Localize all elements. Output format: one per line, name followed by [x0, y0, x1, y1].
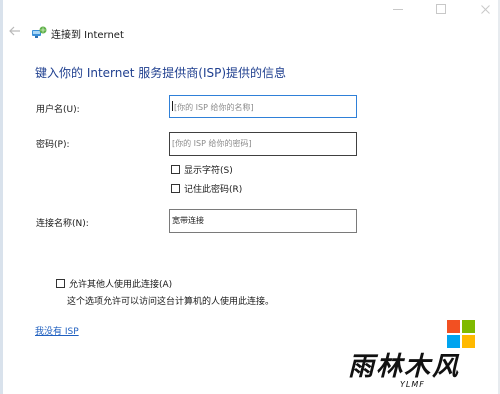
minimize-button[interactable] — [375, 0, 421, 18]
remember-password-label: 记住此密码(R) — [184, 185, 243, 195]
svg-text:雨林木风: 雨林木风 — [348, 352, 460, 382]
window-left-edge — [0, 0, 3, 394]
maximize-icon — [436, 4, 446, 14]
close-icon — [480, 4, 490, 14]
connection-name-label: 连接名称(N): — [36, 219, 89, 229]
password-label: 密码(P): — [36, 140, 70, 150]
back-button[interactable] — [9, 25, 23, 39]
checkbox-box[interactable] — [56, 279, 65, 288]
title-bar — [0, 0, 500, 18]
username-field[interactable]: [你的 ISP 给你的名称] — [169, 95, 357, 118]
connect-to-internet-window: 连接到 Internet 键入你的 Internet 服务提供商(ISP)提供的… — [0, 0, 500, 394]
no-isp-link[interactable]: 我没有 ISP — [35, 324, 79, 337]
back-arrow-icon — [9, 26, 20, 36]
allow-others-description: 这个选项允许可以访问这台计算机的人使用此连接。 — [67, 297, 275, 307]
wizard-title: 连接到 Internet — [51, 30, 124, 41]
checkbox-box[interactable] — [171, 184, 180, 193]
svg-text:YLMF: YLMF — [400, 380, 425, 389]
maximize-button[interactable] — [418, 0, 464, 18]
show-characters-label: 显示字符(S) — [184, 166, 233, 176]
remember-password-checkbox[interactable]: 记住此密码(R) — [171, 182, 242, 195]
minimize-icon — [393, 8, 403, 10]
password-field[interactable]: [你的 ISP 给你的密码] — [169, 132, 357, 156]
password-placeholder: [你的 ISP 给你的密码] — [172, 139, 252, 148]
connection-name-field[interactable]: 宽带连接 — [169, 209, 357, 233]
username-label: 用户名(U): — [36, 105, 80, 115]
ylmf-watermark-logo: 雨林木风 YLMF — [348, 352, 460, 389]
text-caret — [172, 101, 173, 111]
allow-others-checkbox[interactable]: 允许其他人使用此连接(A) — [56, 277, 172, 290]
network-connection-icon — [32, 26, 47, 38]
close-button[interactable] — [462, 0, 500, 18]
connection-name-value: 宽带连接 — [172, 216, 204, 225]
username-placeholder: [你的 ISP 给你的名称] — [174, 103, 254, 112]
windows-logo-icon — [447, 320, 475, 348]
allow-others-label: 允许其他人使用此连接(A) — [69, 280, 173, 290]
checkbox-box[interactable] — [171, 165, 180, 174]
show-characters-checkbox[interactable]: 显示字符(S) — [171, 163, 233, 176]
page-heading: 键入你的 Internet 服务提供商(ISP)提供的信息 — [35, 66, 287, 80]
